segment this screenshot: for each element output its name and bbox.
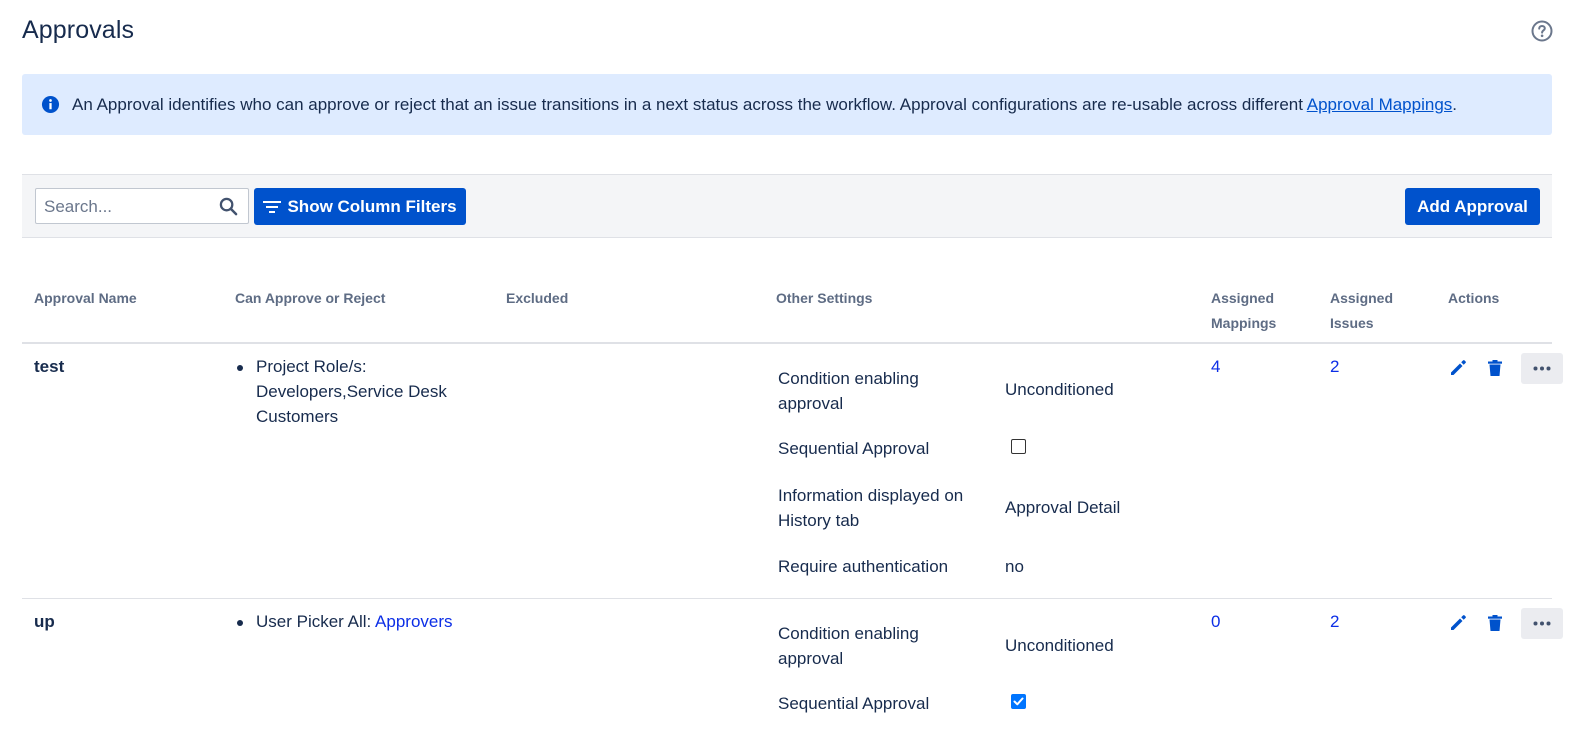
column-header-actions: Actions (1448, 290, 1500, 306)
assigned-issues-link[interactable]: 2 (1330, 609, 1339, 634)
toolbar: Show Column Filters Add Approval (22, 174, 1552, 238)
column-header-approval-name: Approval Name (34, 290, 137, 306)
assigned-mappings-link[interactable]: 4 (1211, 354, 1220, 379)
setting-label-condition: Condition enabling approval (778, 624, 919, 668)
question-circle-icon[interactable] (1531, 20, 1553, 42)
approvers-list: User Picker All: Approvers (235, 609, 453, 634)
more-horizontal-icon (1533, 621, 1551, 626)
show-column-filters-button[interactable]: Show Column Filters (254, 188, 466, 225)
setting-label-auth: Require authentication (778, 557, 949, 576)
trash-icon[interactable] (1485, 358, 1505, 378)
setting-value-info: Approval Detail (1005, 498, 1121, 517)
approval-name: up (34, 612, 55, 631)
setting-value-condition: Unconditioned (1005, 380, 1114, 399)
search-input[interactable] (42, 195, 216, 219)
sequential-approval-checkbox[interactable] (1011, 694, 1026, 709)
edit-pencil-icon[interactable] (1448, 613, 1468, 633)
more-horizontal-icon (1533, 366, 1551, 371)
column-header-other-settings: Other Settings (776, 290, 873, 306)
column-header-assigned-issues: Assigned Issues (1330, 290, 1394, 331)
sequential-approval-checkbox[interactable] (1011, 439, 1026, 454)
setting-label-info: Information displayed on History tab (778, 486, 964, 530)
add-approval-button[interactable]: Add Approval (1405, 188, 1540, 225)
approval-name: test (34, 357, 65, 376)
search-box (35, 188, 249, 224)
page-title: Approvals (22, 16, 135, 44)
list-item: User Picker All: Approvers (235, 609, 453, 634)
row-divider (22, 598, 1552, 599)
more-actions-button[interactable] (1521, 608, 1563, 639)
info-banner: An Approval identifies who can approve o… (22, 74, 1552, 135)
more-actions-button[interactable] (1521, 353, 1563, 384)
approval-mappings-link[interactable]: Approval Mappings (1307, 95, 1453, 114)
setting-label-sequential: Sequential Approval (778, 694, 930, 713)
search-icon[interactable] (219, 197, 238, 216)
column-header-excluded: Excluded (506, 290, 569, 306)
setting-label-condition: Condition enabling approval (778, 369, 919, 413)
banner-text: An Approval identifies who can approve o… (72, 94, 1458, 114)
setting-value-condition: Unconditioned (1005, 636, 1114, 655)
list-item: Project Role/s: Developers,Service Desk … (235, 354, 447, 429)
checkmark-icon (1013, 697, 1024, 706)
column-header-assigned-mappings: Assigned Mappings (1211, 290, 1277, 331)
approvers-link[interactable]: Approvers (375, 612, 452, 631)
assigned-issues-link[interactable]: 2 (1330, 354, 1339, 379)
info-icon (41, 95, 60, 114)
trash-icon[interactable] (1485, 613, 1505, 633)
edit-pencil-icon[interactable] (1448, 358, 1468, 378)
filter-icon (263, 200, 282, 213)
setting-value-auth: no (1005, 557, 1024, 576)
setting-label-sequential: Sequential Approval (778, 439, 930, 458)
approvers-list: Project Role/s: Developers,Service Desk … (235, 354, 447, 429)
assigned-mappings-link[interactable]: 0 (1211, 609, 1220, 634)
header-divider (22, 342, 1552, 344)
column-header-can-approve: Can Approve or Reject (235, 290, 386, 306)
